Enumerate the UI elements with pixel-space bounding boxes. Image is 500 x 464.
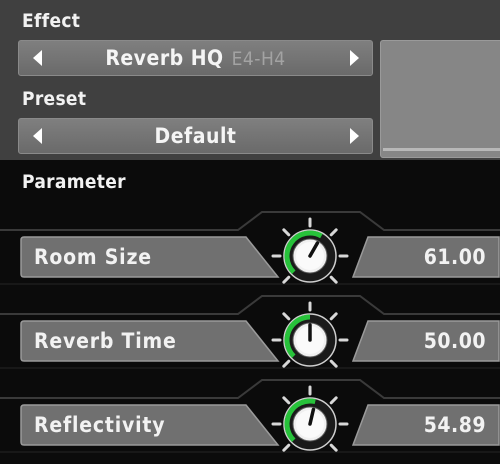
knob-tick [282, 443, 291, 452]
effect-label: Effect [22, 10, 81, 32]
effect-editor-window: Effect Reverb HQ E4-H4 Preset Default Pa… [0, 0, 500, 464]
effect-name-display: Reverb HQ E4-H4 [55, 41, 336, 75]
parameter-name: Room Size [34, 245, 152, 269]
knob-tick [282, 228, 291, 237]
knob-tick [329, 396, 338, 405]
parameter-row-room-size: Room Size 61.00 [0, 206, 500, 290]
effect-prev-button[interactable] [19, 41, 55, 75]
triangle-left-icon [32, 50, 42, 66]
knob-tick [282, 359, 291, 368]
preset-prev-button[interactable] [19, 119, 55, 153]
effect-next-button[interactable] [336, 41, 372, 75]
parameter-value[interactable]: 50.00 [424, 320, 486, 362]
effect-range: E4-H4 [231, 48, 286, 70]
triangle-right-icon [349, 128, 359, 144]
knob-tick [282, 396, 291, 405]
parameter-header: Parameter [22, 171, 126, 193]
parameter-row-reverb-time: Reverb Time 50.00 [0, 290, 500, 374]
triangle-left-icon [32, 128, 42, 144]
triangle-right-icon [349, 50, 359, 66]
knob-tick [329, 275, 338, 284]
effect-display-area [380, 40, 500, 158]
rotary-knob-icon[interactable] [268, 214, 352, 298]
effect-preset-panel: Effect Reverb HQ E4-H4 Preset Default [0, 0, 500, 160]
rotary-knob-icon[interactable] [268, 298, 352, 382]
preset-selector[interactable]: Default [18, 118, 373, 154]
knob-tick [329, 312, 338, 321]
knob-tick [282, 275, 291, 284]
knob-tick [329, 228, 338, 237]
parameter-value[interactable]: 54.89 [424, 404, 486, 446]
preset-label: Preset [22, 88, 87, 110]
parameter-name: Reverb Time [34, 329, 177, 353]
preset-name: Default [154, 124, 237, 148]
parameter-value[interactable]: 61.00 [424, 236, 486, 278]
parameter-name: Reflectivity [34, 413, 166, 437]
display-level-line [383, 148, 500, 151]
knob-tick [329, 359, 338, 368]
knob-tick [329, 443, 338, 452]
effect-selector[interactable]: Reverb HQ E4-H4 [18, 40, 373, 76]
effect-name: Reverb HQ [105, 46, 224, 70]
parameter-row-reflectivity: Reflectivity 54.89 [0, 374, 500, 458]
preset-next-button[interactable] [336, 119, 372, 153]
knob-tick [282, 312, 291, 321]
rotary-knob-icon[interactable] [268, 382, 352, 464]
